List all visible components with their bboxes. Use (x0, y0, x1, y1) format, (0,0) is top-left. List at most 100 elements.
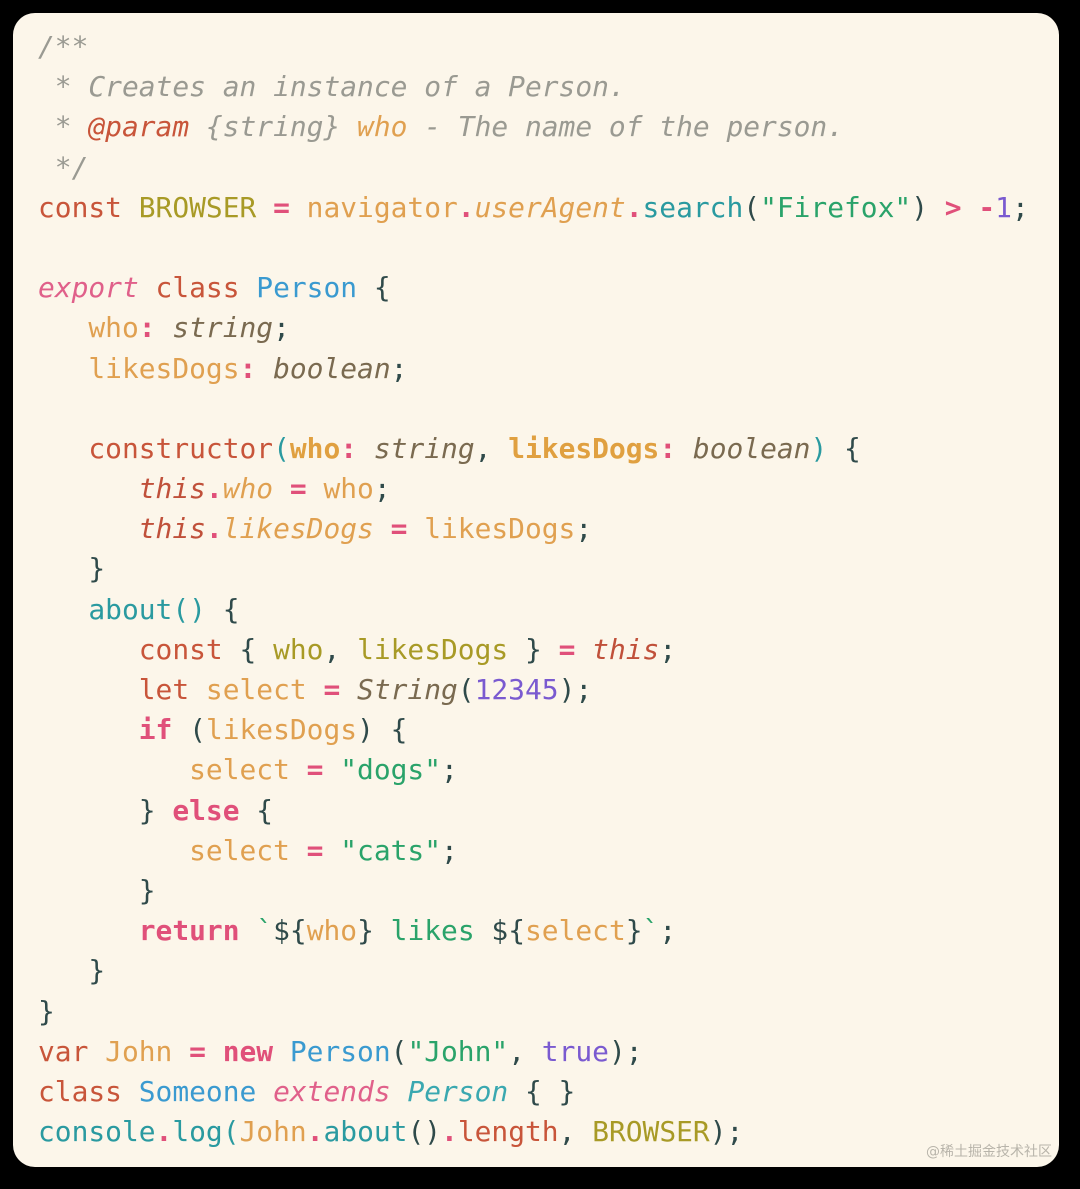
code-token: who (306, 914, 358, 948)
code-token: {string} (189, 110, 358, 144)
code-token: else (172, 793, 240, 827)
code-token: boolean (273, 351, 391, 385)
code-token: about (38, 592, 173, 626)
code-token: who (38, 311, 139, 345)
code-line: export class Person { (38, 268, 1059, 308)
code-token: "cats" (340, 833, 441, 867)
watermark: @稀土掘金技术社区 (926, 1144, 1052, 1160)
code-token: Person (289, 1034, 391, 1068)
code-token: } (38, 954, 106, 988)
code-token: } (357, 914, 374, 948)
code-line: class Someone extends Person { } (38, 1072, 1059, 1112)
code-token: BROWSER (592, 1115, 710, 1149)
code-token: . (625, 190, 643, 224)
code-token: > (944, 190, 979, 224)
code-token: = (256, 190, 307, 224)
code-token: string (373, 431, 475, 465)
code-line: let select = String(12345); (38, 670, 1059, 710)
code-line: } (38, 951, 1059, 991)
code-token: navigator (306, 190, 458, 224)
code-token: class (138, 271, 257, 305)
code-token: var (38, 1034, 106, 1068)
code-token: * (38, 110, 89, 144)
code-token: extends (273, 1074, 408, 1108)
code-line: this.who = who; (38, 469, 1059, 509)
code-token: ${ (491, 914, 525, 948)
code-token: if (38, 713, 173, 747)
code-token: , (323, 632, 358, 666)
code-token: ( (743, 190, 761, 224)
code-token: ` (642, 914, 660, 948)
code-token: : (340, 431, 374, 465)
code-token: } (508, 632, 559, 666)
code-line: return `${who} likes ${select}`; (38, 911, 1059, 951)
code-token: search (642, 190, 744, 224)
code-line: select = "dogs"; (38, 750, 1059, 790)
code-token: likes (373, 914, 492, 948)
code-token: true (541, 1034, 609, 1068)
code-token: string (172, 311, 274, 345)
code-token: : (659, 431, 693, 465)
code-line: this.likesDogs = likesDogs; (38, 509, 1059, 549)
code-token: { (357, 271, 391, 305)
code-token: ( (457, 673, 475, 706)
code-token: who (222, 472, 274, 506)
code-token: who (323, 472, 374, 506)
code-token: userAgent (474, 190, 626, 224)
code-token: likesDogs (508, 431, 660, 465)
code-token: { (222, 632, 274, 666)
code-token: ${ (273, 914, 307, 948)
code-token: ; (273, 311, 290, 345)
code-line: * Creates an instance of a Person. (38, 67, 1059, 107)
code-token: } (625, 914, 643, 948)
code-line: } else { (38, 791, 1059, 831)
code-token: - The name of the person. (407, 110, 845, 144)
code-token: ; (441, 833, 458, 867)
code-token: . (457, 190, 475, 224)
code-line: about() { (38, 590, 1059, 630)
code-token: = (273, 472, 324, 506)
code-line: /** (38, 27, 1059, 67)
code-token: . (205, 472, 223, 506)
code-token: ; (390, 351, 408, 385)
code-token: who (273, 632, 324, 666)
code-token: console (38, 1115, 156, 1149)
code-token: = (373, 512, 425, 546)
code-token: : (138, 311, 173, 345)
code-token: () (407, 1115, 442, 1149)
code-token: about (323, 1115, 408, 1149)
code-token: ; (373, 472, 391, 506)
code-token: } (38, 873, 156, 907)
code-token: ; (575, 512, 593, 546)
code-token: length (457, 1115, 559, 1149)
code-token: ` (239, 914, 274, 948)
code-token: , (474, 431, 509, 465)
code-token: John (239, 1115, 307, 1149)
code-token: : (239, 351, 274, 385)
code-token: ( (273, 431, 290, 465)
code-token: { (205, 592, 240, 626)
code-token: this (592, 632, 660, 666)
code-token: "John" (407, 1034, 509, 1068)
code-token: , (558, 1115, 593, 1149)
code-card: /** * Creates an instance of a Person. *… (13, 13, 1059, 1167)
code-token: ; (1011, 190, 1029, 224)
code-token: . (205, 512, 223, 546)
code-token: () (172, 592, 206, 626)
code-token: @param (88, 110, 190, 144)
code-line: } (38, 992, 1059, 1032)
code-token: * Creates an instance of a Person. (38, 70, 626, 104)
code-token: this (38, 512, 206, 546)
code-token: ( (390, 1034, 408, 1068)
code-token: likesDogs (222, 512, 374, 546)
code-token: Person (256, 271, 358, 305)
code-line: const { who, likesDogs } = this; (38, 630, 1059, 670)
code-token: let (38, 673, 206, 706)
code-token: 12345 (474, 673, 559, 706)
code-line: var John = new Person("John", true); (38, 1032, 1059, 1072)
code-token: ; (441, 753, 458, 787)
code-token: likesDogs (357, 632, 509, 666)
code-token: likesDogs (205, 713, 358, 747)
